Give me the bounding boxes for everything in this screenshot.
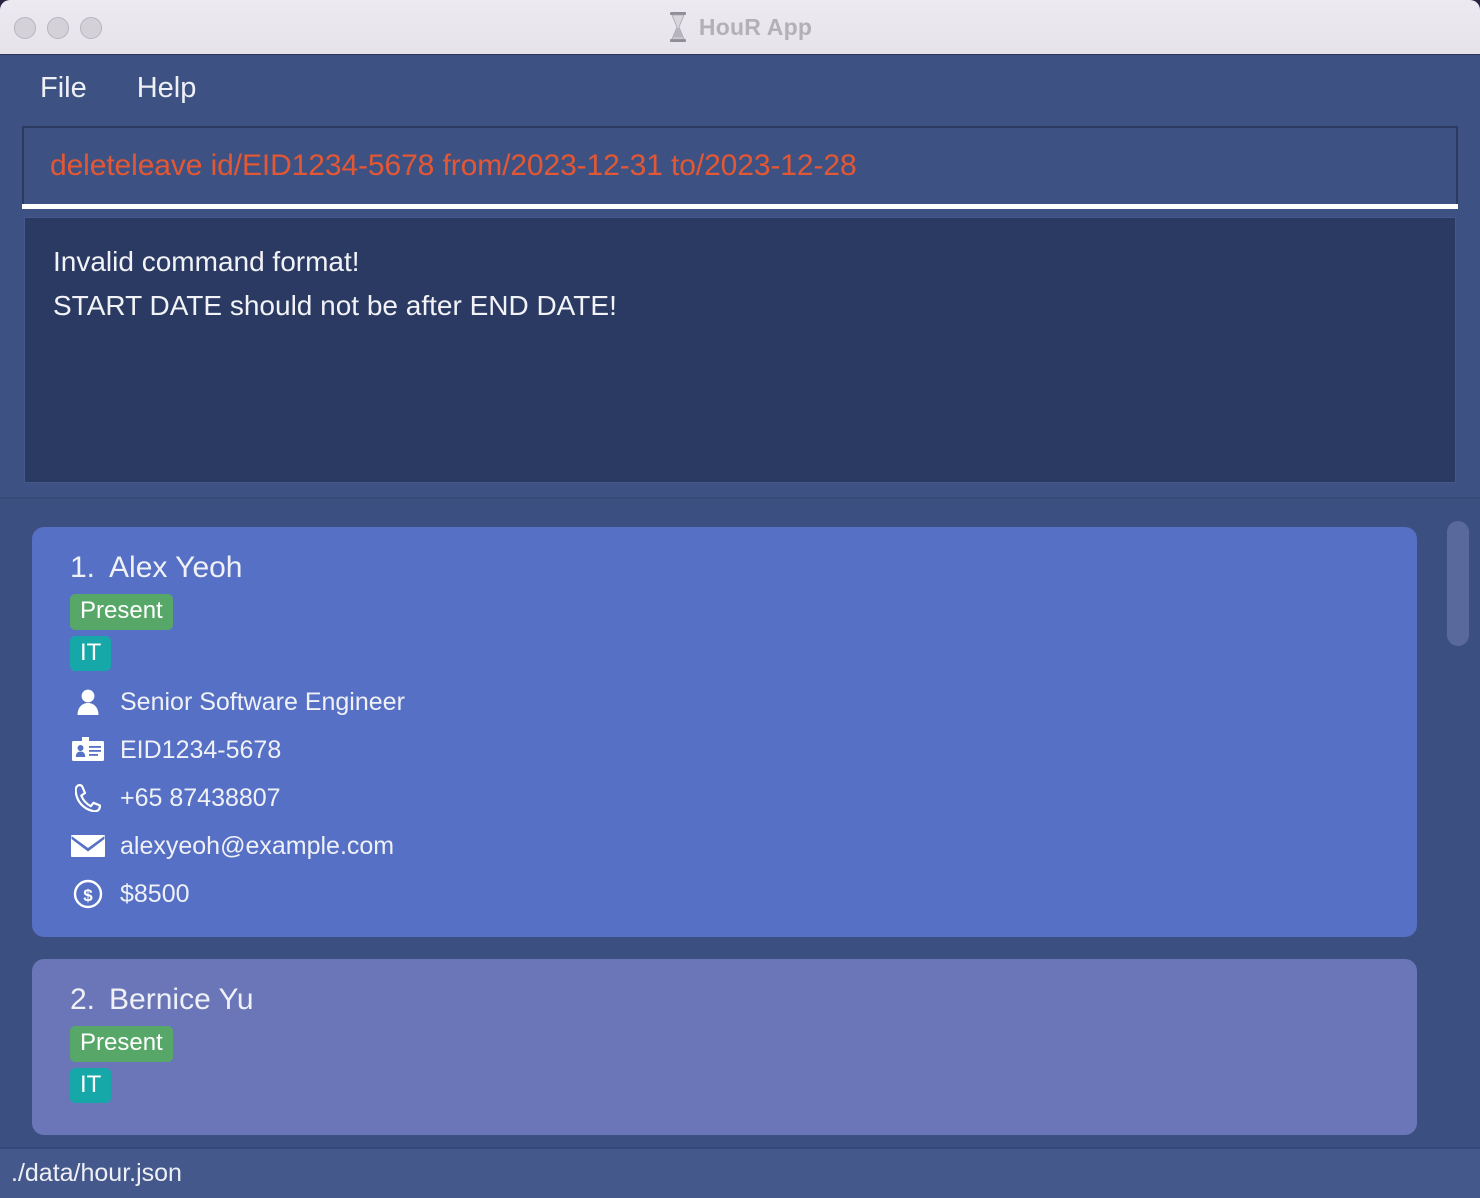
department-badge-row: IT xyxy=(70,1067,1417,1104)
maximize-button[interactable] xyxy=(80,16,102,39)
close-button[interactable] xyxy=(14,16,36,39)
command-input-container: deleteleave id/EID1234-5678 from/2023-12… xyxy=(0,121,1480,209)
result-line-1: Invalid command format! xyxy=(53,246,360,277)
minimize-button[interactable] xyxy=(47,16,69,39)
person-salary: $8500 xyxy=(120,879,190,908)
app-window: HouR App File Help deleteleave id/EID123… xyxy=(0,0,1480,1198)
person-list-scrollbar[interactable] xyxy=(1447,521,1469,1137)
person-name-row: 2. Bernice Yu xyxy=(70,983,1417,1017)
envelope-icon xyxy=(70,831,106,861)
dollar-circle-icon: $ xyxy=(70,879,106,909)
menu-item-help[interactable]: Help xyxy=(127,70,207,107)
attendance-badge-row: Present xyxy=(70,594,1417,630)
menu-item-file[interactable]: File xyxy=(30,70,97,107)
person-name: Bernice Yu xyxy=(109,983,254,1017)
menu-bar: File Help xyxy=(0,55,1480,121)
person-name-row: 1. Alex Yeoh xyxy=(70,551,1417,585)
scrollbar-thumb[interactable] xyxy=(1447,521,1469,646)
person-email: alexyeoh@example.com xyxy=(120,831,395,860)
person-index: 2. xyxy=(70,983,96,1017)
id-card-icon xyxy=(70,735,106,765)
command-box[interactable]: deleteleave id/EID1234-5678 from/2023-12… xyxy=(22,126,1458,204)
hourglass-icon xyxy=(669,12,686,42)
person-card[interactable]: 1. Alex Yeoh Present IT Senior Software … xyxy=(32,527,1417,938)
department-badge-row: IT xyxy=(70,635,1417,672)
status-bar: ./data/hour.json xyxy=(0,1147,1480,1198)
result-line-2: START DATE should not be after END DATE! xyxy=(53,290,617,322)
command-input-text[interactable]: deleteleave id/EID1234-5678 from/2023-12… xyxy=(50,149,857,183)
status-badge-department: IT xyxy=(70,1067,112,1104)
status-badge-attendance: Present xyxy=(70,1026,173,1062)
status-badge-attendance: Present xyxy=(70,594,173,630)
person-phone: +65 87438807 xyxy=(120,783,281,812)
result-display-container: Invalid command format! START DATE shoul… xyxy=(0,209,1480,497)
person-phone-row: +65 87438807 xyxy=(70,781,1417,815)
person-salary-row: $ $8500 xyxy=(70,877,1417,911)
svg-text:$: $ xyxy=(83,886,93,905)
person-list-panel[interactable]: 1. Alex Yeoh Present IT Senior Software … xyxy=(0,497,1480,1147)
person-card[interactable]: 2. Bernice Yu Present IT xyxy=(32,959,1417,1136)
phone-icon xyxy=(70,783,106,813)
status-badge-department: IT xyxy=(70,635,112,672)
person-name: Alex Yeoh xyxy=(109,551,243,584)
title-center: HouR App xyxy=(0,12,1480,42)
person-role-row: Senior Software Engineer xyxy=(70,685,1417,719)
title-bar: HouR App xyxy=(0,0,1480,55)
window-title: HouR App xyxy=(698,13,813,40)
person-email-row: alexyeoh@example.com xyxy=(70,829,1417,863)
person-employee-id-row: EID1234-5678 xyxy=(70,733,1417,767)
person-icon xyxy=(70,687,106,717)
person-index: 1. xyxy=(70,551,96,584)
status-bar-file-path: ./data/hour.json xyxy=(11,1159,182,1187)
person-role: Senior Software Engineer xyxy=(120,687,405,716)
attendance-badge-row: Present xyxy=(70,1026,1417,1062)
person-employee-id: EID1234-5678 xyxy=(120,735,282,764)
result-display: Invalid command format! START DATE shoul… xyxy=(24,217,1456,483)
window-controls xyxy=(14,0,102,55)
